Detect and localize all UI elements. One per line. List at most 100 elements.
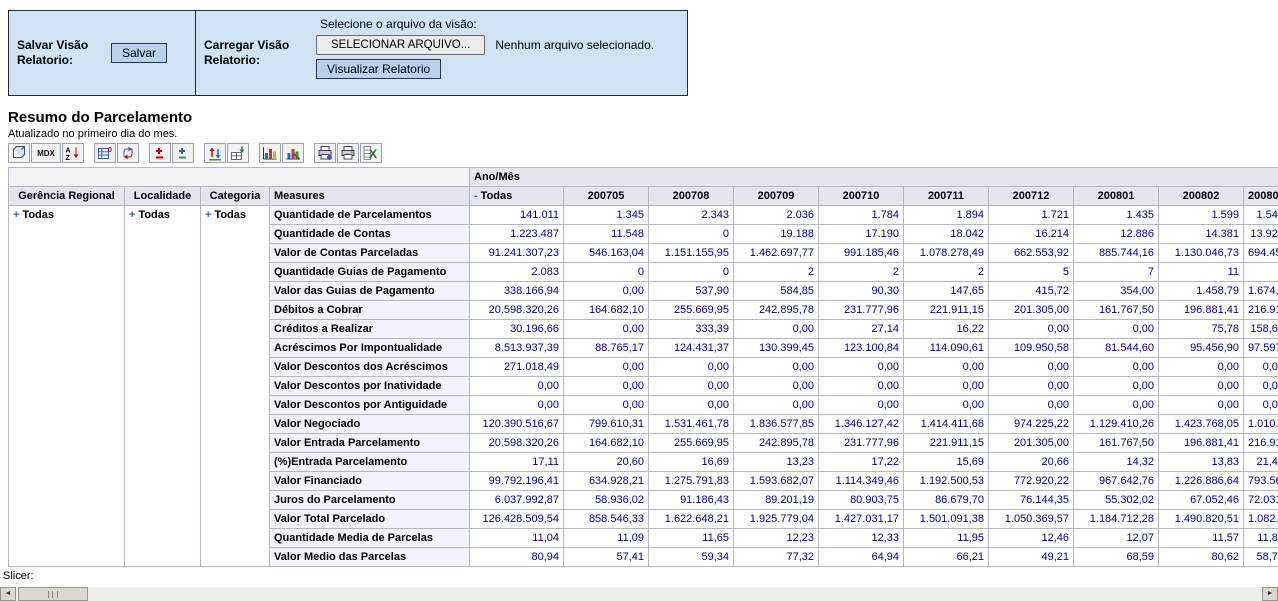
dimension-header: Gerência Regional bbox=[9, 187, 125, 206]
value-cell: 0,00 bbox=[564, 358, 649, 377]
scrollbar-track[interactable] bbox=[16, 587, 1262, 601]
expand-icon[interactable]: + bbox=[205, 209, 211, 221]
value-cell: 1.435 bbox=[1074, 206, 1159, 225]
column-header-label: 200711 bbox=[928, 190, 964, 202]
value-cell: 0,00 bbox=[1159, 358, 1244, 377]
value-cell: 0,00 bbox=[819, 377, 904, 396]
value-cell: 12.886 bbox=[1074, 225, 1159, 244]
sort-icon[interactable]: AZ bbox=[62, 143, 84, 163]
expand-icon[interactable]: + bbox=[13, 209, 19, 221]
dimension-header: Measures bbox=[270, 187, 470, 206]
expand-icon[interactable]: + bbox=[129, 209, 135, 221]
measure-label: Débitos a Cobrar bbox=[270, 301, 470, 320]
value-cell: 8.513.937,39 bbox=[470, 339, 564, 358]
drill-through-icon[interactable] bbox=[227, 143, 249, 163]
value-cell: 2.036 bbox=[734, 206, 819, 225]
value-cell: 2 bbox=[819, 263, 904, 282]
value-cell: 1.130.046,73 bbox=[1159, 244, 1244, 263]
horizontal-scrollbar[interactable]: ◄ ► bbox=[0, 587, 1278, 601]
drill-replace-icon[interactable] bbox=[204, 143, 226, 163]
value-cell: 0,00 bbox=[564, 377, 649, 396]
file-prompt-label: Selecione o arquivo da visão: bbox=[320, 17, 681, 31]
value-cell: 161.767,50 bbox=[1074, 434, 1159, 453]
hide-spans-icon[interactable]: 0 bbox=[94, 143, 116, 163]
value-cell: 1.462.697,77 bbox=[734, 244, 819, 263]
column-header-label: 200802 bbox=[1183, 190, 1220, 202]
value-cell: 5 bbox=[989, 263, 1074, 282]
column-header-label: 200801 bbox=[1098, 190, 1135, 202]
collapse-icon[interactable]: - bbox=[474, 190, 478, 202]
column-header: 200708 bbox=[649, 187, 734, 206]
corner-cell bbox=[9, 168, 470, 187]
scrollbar-thumb[interactable] bbox=[18, 587, 88, 601]
value-cell: 333,39 bbox=[649, 320, 734, 339]
pivot-table: Ano/MêsGerência RegionalLocalidadeCatego… bbox=[8, 167, 1278, 567]
svg-text:X: X bbox=[369, 147, 377, 161]
value-cell: 0,00 bbox=[649, 358, 734, 377]
value-cell: 114.090,61 bbox=[904, 339, 989, 358]
value-cell: 1.531.461,78 bbox=[649, 415, 734, 434]
value-cell: 80,94 bbox=[470, 548, 564, 567]
value-cell: 0,00 bbox=[1244, 358, 1278, 377]
value-cell: 11 bbox=[1159, 263, 1244, 282]
value-cell: 158,60 bbox=[1244, 320, 1278, 339]
dimension-member: +Todas bbox=[201, 206, 270, 567]
value-cell: 216.914,89 bbox=[1244, 301, 1278, 320]
print-config-icon[interactable] bbox=[314, 143, 336, 163]
column-header[interactable]: -Todas bbox=[470, 187, 564, 206]
value-cell: 858.546,33 bbox=[564, 510, 649, 529]
value-cell: 885.744,16 bbox=[1074, 244, 1159, 263]
value-cell: 164.682,10 bbox=[564, 301, 649, 320]
dimension-header: Categoria bbox=[201, 187, 270, 206]
view-report-button[interactable]: Visualizar Relatorio bbox=[316, 59, 441, 79]
value-cell: 1.501.091,38 bbox=[904, 510, 989, 529]
mdx-editor-icon[interactable]: MDX bbox=[31, 143, 61, 163]
save-view-label: Salvar Visão Relatorio: bbox=[17, 38, 101, 68]
load-section: Carregar Visão Relatorio: bbox=[196, 11, 314, 95]
drill-position-icon[interactable] bbox=[172, 143, 194, 163]
value-cell: 1.427.031,17 bbox=[819, 510, 904, 529]
value-cell: 11,57 bbox=[1159, 529, 1244, 548]
value-cell: 64,94 bbox=[819, 548, 904, 567]
svg-text:Z: Z bbox=[66, 155, 71, 161]
select-file-button[interactable]: SELECIONAR ARQUIVO... bbox=[316, 35, 485, 55]
chart-config-icon[interactable] bbox=[282, 143, 304, 163]
value-cell: 72.031,15 bbox=[1244, 491, 1278, 510]
dimension-member-label: Todas bbox=[138, 209, 170, 221]
value-cell: 0,00 bbox=[819, 396, 904, 415]
value-cell: 77,32 bbox=[734, 548, 819, 567]
column-header: 200712 bbox=[989, 187, 1074, 206]
value-cell: 11,83 bbox=[1244, 529, 1278, 548]
measure-label: Acréscimos Por Impontualidade bbox=[270, 339, 470, 358]
measure-label: Quantidade Media de Parcelas bbox=[270, 529, 470, 548]
value-cell: 634.928,21 bbox=[564, 472, 649, 491]
value-cell: 1.114.349,46 bbox=[819, 472, 904, 491]
chart-icon[interactable] bbox=[259, 143, 281, 163]
value-cell: 2.083 bbox=[470, 263, 564, 282]
value-cell: 16,69 bbox=[649, 453, 734, 472]
save-button[interactable]: Salvar bbox=[111, 43, 167, 63]
olap-navigator-icon[interactable] bbox=[8, 143, 30, 163]
svg-text:A: A bbox=[66, 148, 71, 155]
drill-member-icon[interactable] bbox=[149, 143, 171, 163]
page-subtitle: Atualizado no primeiro dia do mes. bbox=[8, 128, 177, 140]
value-cell: 0,00 bbox=[819, 358, 904, 377]
value-cell: 0,00 bbox=[1159, 377, 1244, 396]
scroll-right-arrow-icon[interactable]: ► bbox=[1262, 587, 1278, 601]
value-cell: 0,00 bbox=[734, 320, 819, 339]
value-cell: 242.895,78 bbox=[734, 301, 819, 320]
measure-label: Valor Medio das Parcelas bbox=[270, 548, 470, 567]
print-icon[interactable] bbox=[337, 143, 359, 163]
value-cell: 12,33 bbox=[819, 529, 904, 548]
dimension-member: +Todas bbox=[9, 206, 125, 567]
value-cell: 0,00 bbox=[734, 358, 819, 377]
value-cell: 11.548 bbox=[564, 225, 649, 244]
excel-export-icon[interactable]: X bbox=[360, 143, 382, 163]
value-cell: 20.598.320,26 bbox=[470, 301, 564, 320]
scroll-left-arrow-icon[interactable]: ◄ bbox=[0, 587, 16, 601]
value-cell: 12,46 bbox=[989, 529, 1074, 548]
value-cell: 58.936,02 bbox=[564, 491, 649, 510]
value-cell: 196.881,41 bbox=[1159, 301, 1244, 320]
swap-axes-icon[interactable] bbox=[117, 143, 139, 163]
value-cell: 1.082.523,95 bbox=[1244, 510, 1278, 529]
